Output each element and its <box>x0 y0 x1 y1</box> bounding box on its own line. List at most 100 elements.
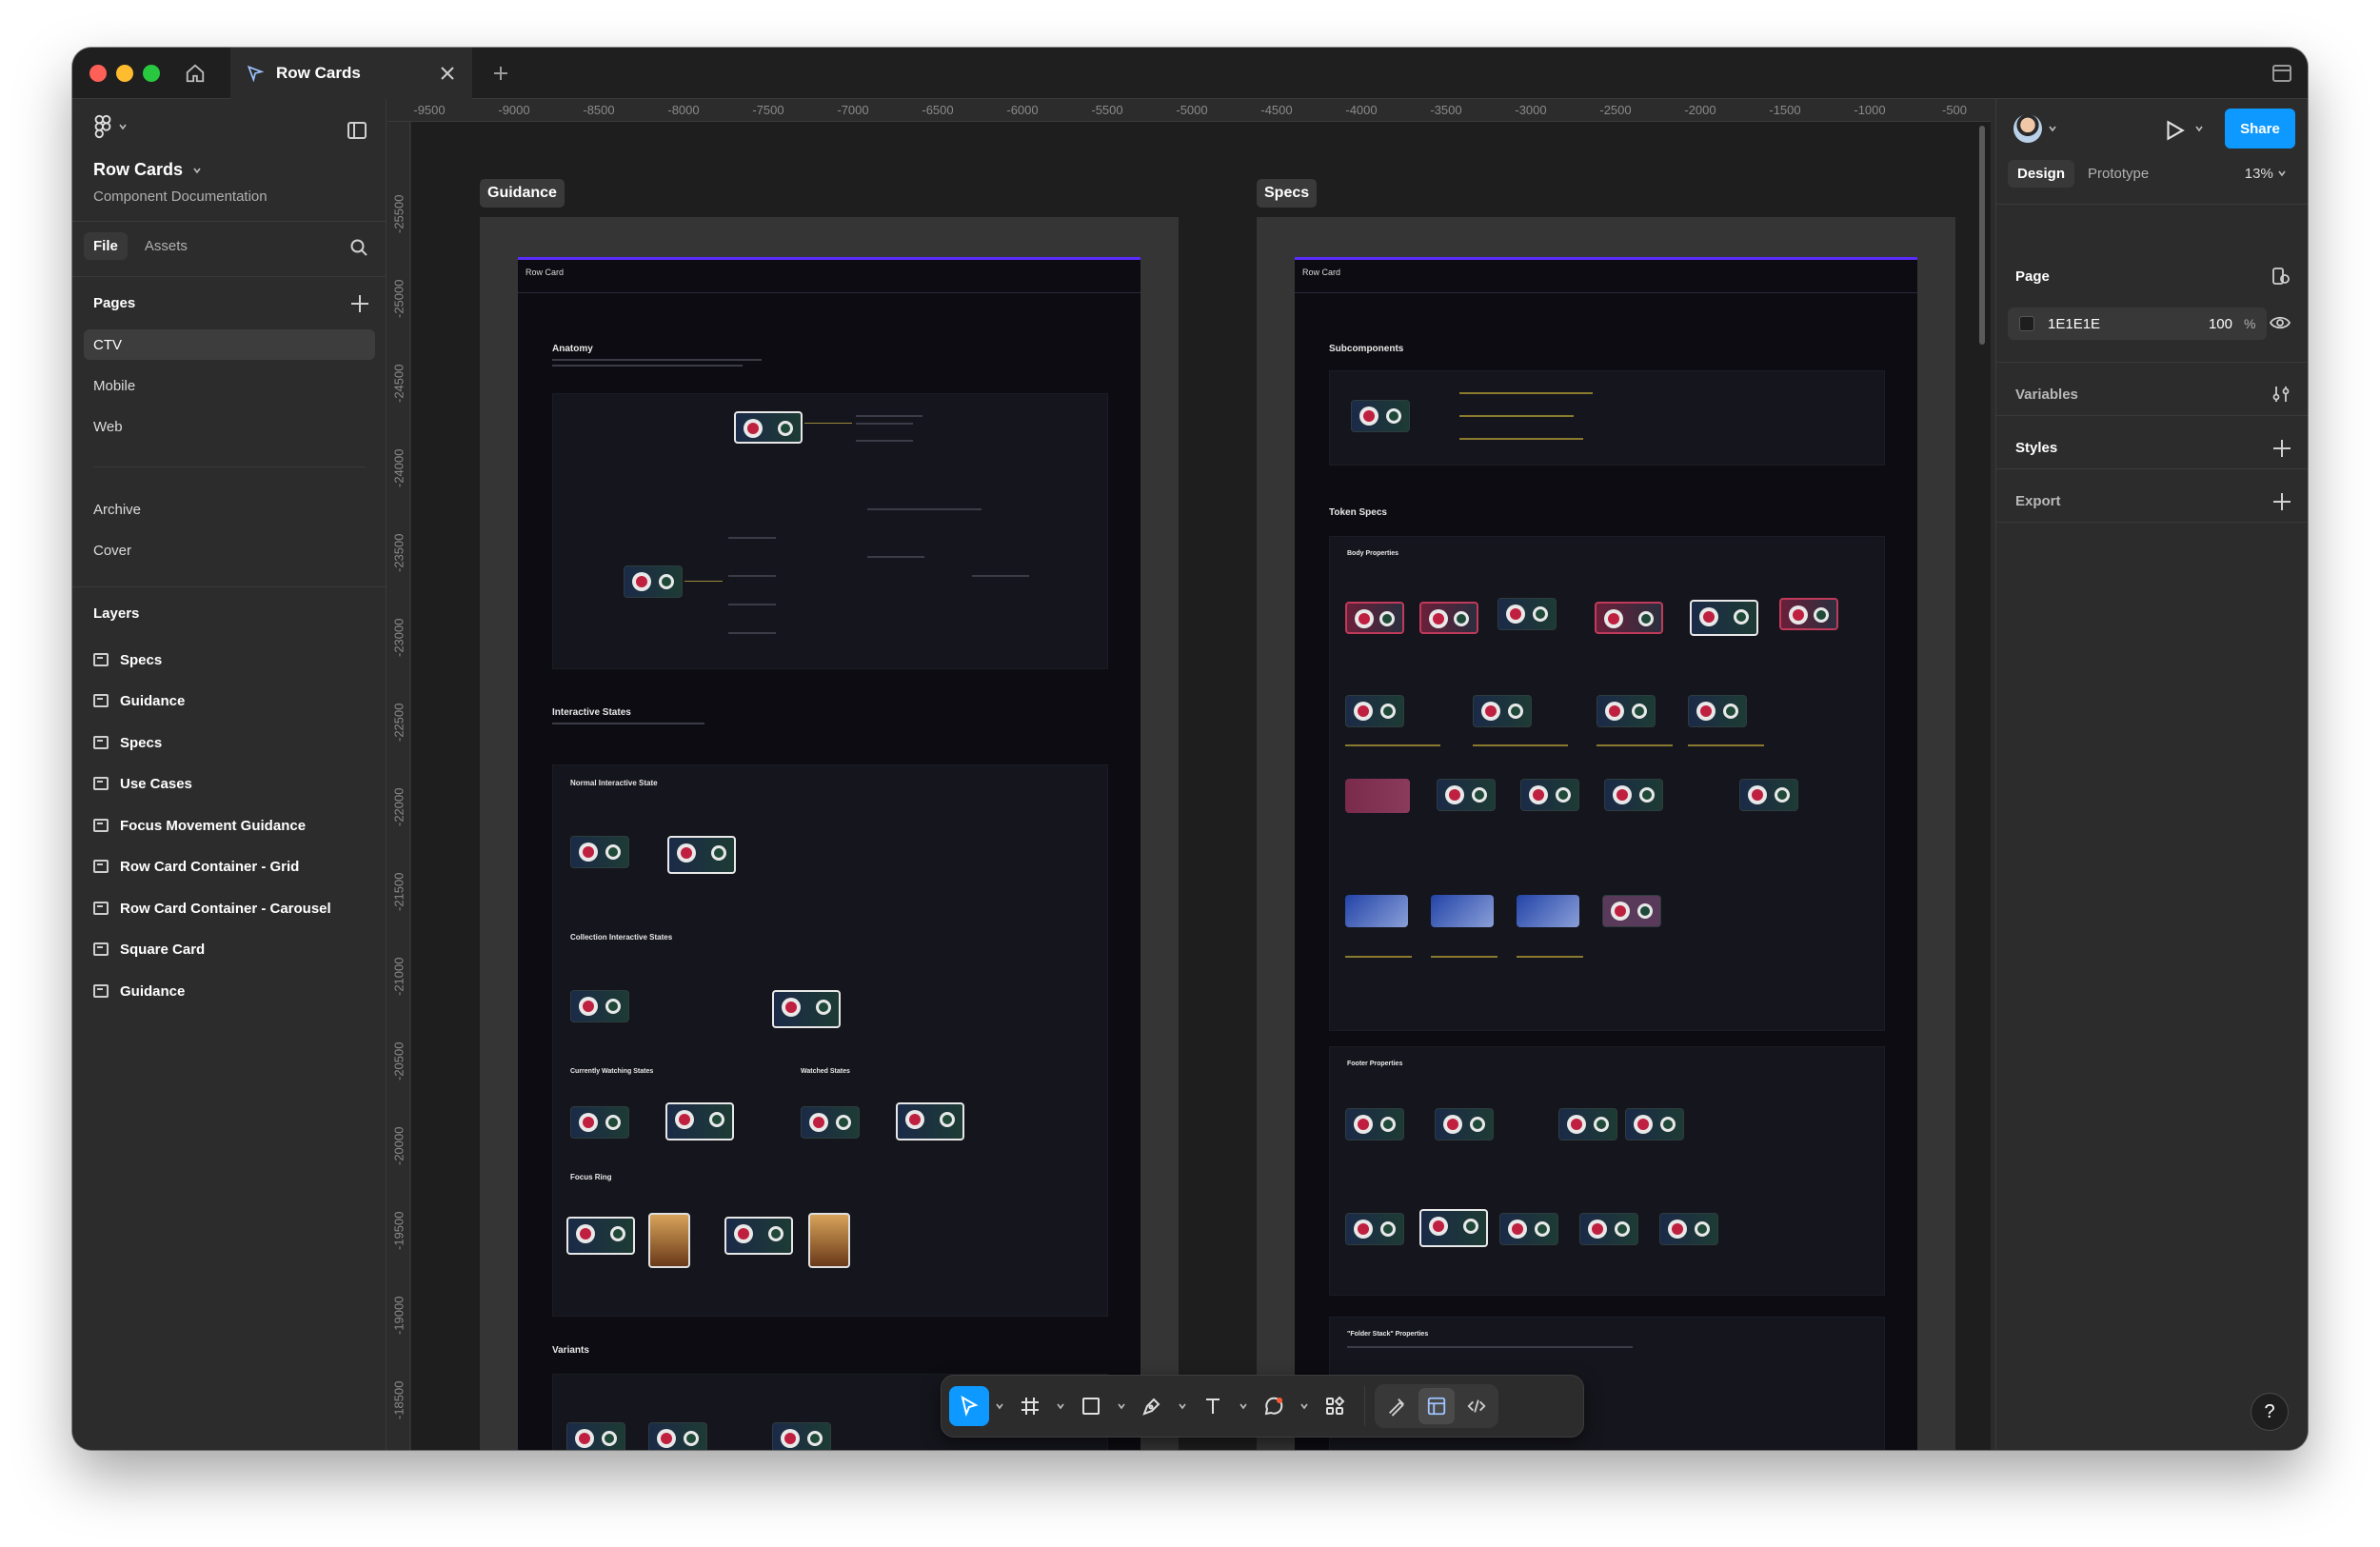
tab-prototype[interactable]: Prototype <box>2078 160 2158 188</box>
page-color-hex[interactable]: 1E1E1E <box>2048 316 2191 332</box>
card-thumbnail <box>1345 1108 1404 1140</box>
add-export-icon[interactable] <box>2273 493 2291 510</box>
text-line <box>1345 744 1440 746</box>
layer-item[interactable]: Row Card Container - Grid <box>93 852 299 881</box>
layer-label: Specs <box>120 734 163 751</box>
layer-item[interactable]: Square Card <box>93 935 205 963</box>
add-style-icon[interactable] <box>2273 440 2291 457</box>
text-line <box>1688 744 1764 746</box>
page-item-archive[interactable]: Archive <box>84 494 375 525</box>
pen-tool-button[interactable] <box>1132 1386 1172 1426</box>
comment-tool-menu[interactable] <box>1298 1386 1311 1426</box>
window-layout-icon[interactable] <box>2271 63 2292 84</box>
page-item-cover[interactable]: Cover <box>84 535 375 565</box>
draw-mode-button[interactable] <box>1378 1388 1415 1424</box>
shape-tool-button[interactable] <box>1071 1386 1111 1426</box>
comment-tool-button[interactable] <box>1254 1386 1294 1426</box>
tab-assets[interactable]: Assets <box>135 232 197 260</box>
team-logo-icon <box>940 1112 955 1127</box>
variables-title[interactable]: Variables <box>2015 387 2078 403</box>
user-avatar[interactable] <box>2013 114 2042 143</box>
frame-label-specs[interactable]: Specs <box>1257 179 1318 208</box>
specs-frame[interactable]: Row Card Subcomponents Token Specs Body … <box>1257 217 1955 1450</box>
text-tool-menu[interactable] <box>1237 1386 1250 1426</box>
new-tab-button[interactable] <box>487 60 514 87</box>
ruler-label: -3000 <box>1515 103 1547 117</box>
chevron-down-icon[interactable] <box>2194 124 2204 133</box>
team-logo-icon <box>1359 407 1378 426</box>
sidebar-toggle-icon[interactable] <box>347 122 367 139</box>
frame-tool-button[interactable] <box>1010 1386 1050 1426</box>
card-thumbnail <box>1345 779 1410 813</box>
layer-item[interactable]: Guidance <box>93 977 185 1005</box>
ruler-label: -8500 <box>583 103 615 117</box>
frame-tool-menu[interactable] <box>1054 1386 1067 1426</box>
team-logo-icon <box>579 843 598 862</box>
present-play-icon[interactable] <box>2162 118 2187 143</box>
layer-item[interactable]: Use Cases <box>93 769 192 798</box>
page-settings-icon[interactable] <box>2271 267 2291 286</box>
design-mode-button[interactable] <box>1418 1388 1455 1424</box>
text-tool-button[interactable] <box>1193 1386 1233 1426</box>
doc-header: Row Card <box>526 268 565 277</box>
layer-item[interactable]: Guidance <box>93 686 185 715</box>
page-color-field[interactable]: 1E1E1E 100 % <box>2008 307 2267 340</box>
minimize-window-button[interactable] <box>116 65 133 82</box>
team-logo-icon <box>677 843 696 863</box>
team-logo-icon <box>1354 1115 1373 1134</box>
close-tab-icon[interactable] <box>438 64 457 83</box>
section-anatomy: Anatomy <box>552 344 593 354</box>
page-item-web[interactable]: Web <box>84 411 375 442</box>
team-logo-icon <box>1734 609 1749 625</box>
text-line <box>1347 1346 1633 1348</box>
eye-icon[interactable] <box>2270 314 2291 331</box>
canvas[interactable]: Guidance Row Card Anatomy Interactive St… <box>411 122 1991 1450</box>
canvas-scrollbar[interactable] <box>1979 126 1985 345</box>
app-window: Row Cards Row Cards Component Documentat… <box>72 48 2308 1450</box>
pen-tool-menu[interactable] <box>1176 1386 1189 1426</box>
movie-poster-thumbnail <box>808 1213 850 1268</box>
dev-mode-button[interactable] <box>1458 1388 1495 1424</box>
close-window-button[interactable] <box>89 65 107 82</box>
variables-settings-icon[interactable] <box>2271 385 2291 404</box>
search-icon[interactable] <box>349 238 368 257</box>
draw-icon <box>1389 1398 1404 1417</box>
zoom-level[interactable]: 13% <box>2245 166 2287 182</box>
news-thumbnail <box>1345 895 1408 927</box>
page-section-title: Page <box>2015 268 2050 285</box>
layer-item[interactable]: Specs <box>93 645 162 674</box>
card-thumbnail <box>734 411 803 444</box>
team-logo-icon <box>576 1224 595 1243</box>
layer-item[interactable]: Specs <box>93 728 162 757</box>
file-name[interactable]: Row Cards <box>93 160 202 180</box>
shape-tool-menu[interactable] <box>1115 1386 1128 1426</box>
file-tab[interactable]: Row Cards <box>230 48 472 99</box>
move-tool-menu[interactable] <box>993 1386 1006 1426</box>
color-swatch[interactable] <box>2019 316 2034 331</box>
chevron-down-icon[interactable] <box>2048 124 2057 133</box>
tab-design[interactable]: Design <box>2008 160 2075 188</box>
layer-item[interactable]: Focus Movement Guidance <box>93 811 306 840</box>
home-button[interactable] <box>179 57 211 89</box>
text-line <box>867 556 924 558</box>
page-item-mobile[interactable]: Mobile <box>84 370 375 401</box>
guidance-frame[interactable]: Row Card Anatomy Interactive States Norm… <box>480 217 1179 1450</box>
frame-icon <box>93 860 109 873</box>
text-line <box>1473 744 1568 746</box>
card-thumbnail <box>566 1422 625 1450</box>
maximize-window-button[interactable] <box>143 65 160 82</box>
page-item-ctv[interactable]: CTV <box>84 329 375 360</box>
frame-label-guidance[interactable]: Guidance <box>480 179 565 208</box>
main-menu-button[interactable] <box>93 114 128 139</box>
text-icon <box>1206 1398 1220 1414</box>
actions-button[interactable] <box>1315 1386 1355 1426</box>
layer-item[interactable]: Row Card Container - Carousel <box>93 894 331 922</box>
move-tool-button[interactable] <box>949 1386 989 1426</box>
page-opacity[interactable]: 100 <box>2191 316 2232 332</box>
add-page-icon[interactable] <box>351 295 368 312</box>
divider <box>1996 522 2308 523</box>
help-button[interactable]: ? <box>2251 1393 2289 1431</box>
share-button[interactable]: Share <box>2225 109 2295 149</box>
tab-file[interactable]: File <box>84 232 128 260</box>
body-properties-panel: Body Properties <box>1329 536 1885 1031</box>
